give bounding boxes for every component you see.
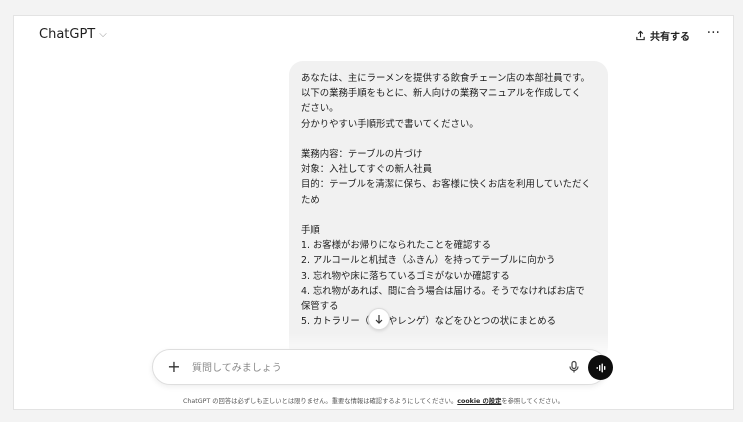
cookie-settings-link[interactable]: cookie の設定: [457, 398, 501, 405]
message-step: 4. 忘れ物があれば、間に合う場合は届ける。そうでなければお店で: [301, 285, 585, 297]
user-message-bubble: あなたは、主にラーメンを提供する飲食チェーン店の本部社員です。 以下の業務手順を…: [289, 61, 608, 356]
message-line: ため: [301, 194, 320, 206]
disclaimer-text-end: を参照してください。: [501, 398, 564, 405]
message-line: 以下の業務手順をもとに、新人向けの業務マニュアルを作成してく: [301, 88, 581, 100]
model-selector[interactable]: ChatGPT ⌵: [39, 27, 107, 42]
chevron-down-icon: ⌵: [99, 29, 107, 40]
share-upload-icon: [636, 30, 645, 41]
message-step: 3. 忘れ物や床に落ちているゴミがないか確認する: [301, 270, 510, 282]
message-step: 5. カトラリー（お箸やレンゲ）などをひとつの状にまとめる: [301, 316, 557, 328]
model-name: ChatGPT: [39, 27, 96, 42]
voice-mode-button[interactable]: [588, 355, 613, 380]
scroll-to-bottom-button[interactable]: [368, 308, 390, 330]
disclaimer: ChatGPT の回答は必ずしも正しいとは限りません。重要な情報は確認するように…: [14, 396, 733, 405]
voice-waveform-icon: [596, 363, 605, 372]
share-button[interactable]: 共有する: [635, 28, 690, 43]
message-line: 分かりやすい手順形式で書いてください。: [301, 118, 479, 130]
message-step: 保管する: [301, 301, 339, 313]
plus-attach-button[interactable]: +: [165, 358, 183, 376]
prompt-composer: +: [152, 349, 613, 385]
message-line: ださい。: [301, 103, 339, 115]
more-options-button[interactable]: ···: [707, 25, 720, 41]
chat-window: ChatGPT ⌵ 共有する ··· あなたは、主にラーメンを提供する飲食チェー…: [13, 15, 734, 410]
microphone-icon[interactable]: [567, 360, 581, 374]
message-step: 1. お客様がお帰りになられたことを確認する: [301, 240, 492, 252]
message-step: 2. アルコールと机拭き（ふきん）を持ってテーブルに向かう: [301, 255, 556, 267]
message-line: 目的：テーブルを清潔に保ち、お客様に快くお店を利用していただく: [301, 179, 591, 191]
message-line: 手順: [301, 225, 320, 236]
arrow-down-icon: [375, 315, 383, 324]
message-line: あなたは、主にラーメンを提供する飲食チェーン店の本部社員です。: [301, 73, 590, 84]
top-bar: ChatGPT ⌵ 共有する ···: [14, 16, 733, 56]
message-line: 業務内容：テーブルの片づけ: [301, 149, 423, 160]
share-label: 共有する: [650, 32, 690, 43]
message-line: 対象：入社してすぐの新人社員: [301, 164, 432, 176]
disclaimer-text: ChatGPT の回答は必ずしも正しいとは限りません。重要な情報は確認するように…: [183, 398, 458, 405]
prompt-input[interactable]: [192, 358, 532, 378]
